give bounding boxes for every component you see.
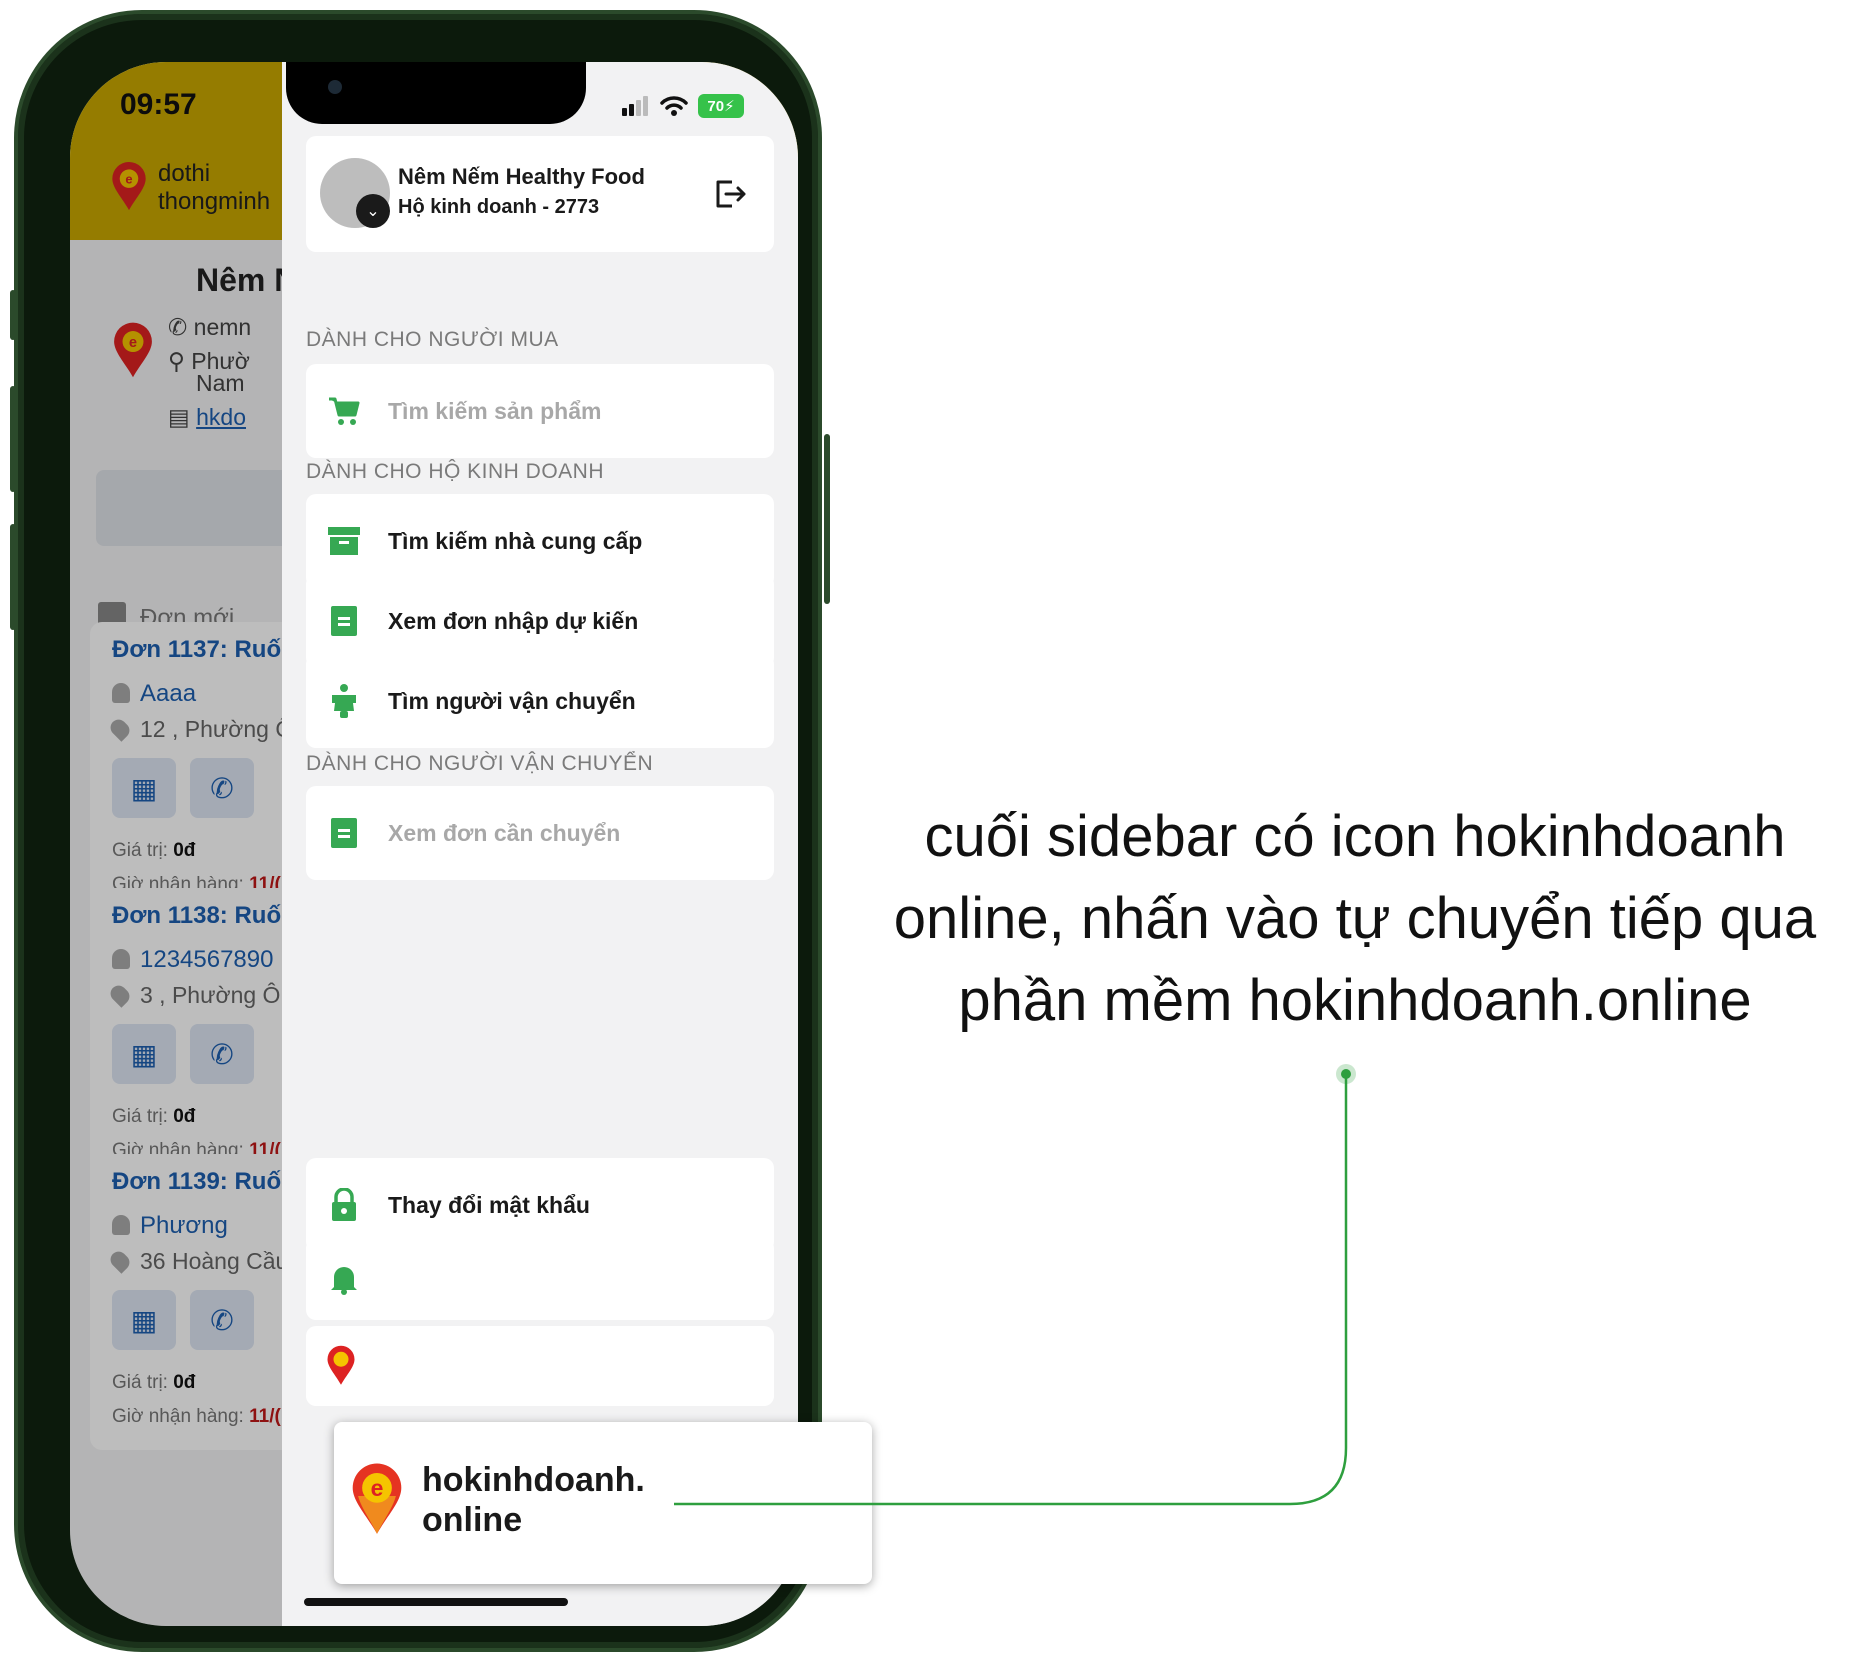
document-icon: [326, 815, 362, 851]
chevron-down-icon[interactable]: ⌄: [356, 194, 390, 228]
svg-text:e: e: [371, 1475, 384, 1501]
camera-icon: [328, 80, 342, 94]
section-label-business: DÀNH CHO HỘ KINH DOANH: [306, 460, 605, 483]
callout-hokinhdoanh-online[interactable]: e hokinhdoanh. online: [334, 1422, 872, 1584]
volume-up-button: [10, 386, 16, 492]
volume-down-button: [10, 524, 16, 630]
hokinhdoanh-logo-icon: e: [352, 1463, 402, 1534]
profile-subtitle: Hộ kinh doanh - 2773: [398, 196, 600, 218]
annotation-text: cuối sidebar có icon hokinhdoanh online,…: [893, 804, 1817, 1033]
lock-icon: [326, 1187, 362, 1223]
hokinhdoanh-logo-icon: [327, 1345, 355, 1385]
phone-screen: 09:57 e dothi thongminh Nêm N e ✆ nemn ⚲…: [70, 62, 798, 1626]
document-icon: [326, 603, 362, 639]
section-label-buyer: DÀNH CHO NGƯỜI MUA: [306, 328, 559, 351]
section-label-shipper: DÀNH CHO NGƯỜI VẬN CHUYỂN: [306, 752, 654, 775]
menu-item-find-shipper[interactable]: Tìm người vận chuyển: [306, 654, 774, 748]
scooter-icon: [326, 683, 362, 719]
menu-item-notifications[interactable]: [306, 1238, 774, 1320]
profile-card[interactable]: ⌄ Nêm Nếm Healthy Food Hộ kinh doanh - 2…: [306, 136, 774, 252]
wifi-icon: [660, 96, 688, 116]
callout-label: hokinhdoanh. online: [422, 1461, 645, 1539]
cart-icon: [326, 393, 362, 429]
signal-icon: [622, 96, 650, 116]
phone-frame: 09:57 e dothi thongminh Nêm N e ✆ nemn ⚲…: [10, 10, 830, 1652]
menu-item-search-products[interactable]: Tìm kiếm sản phẩm: [306, 364, 774, 458]
home-indicator: [304, 1598, 568, 1606]
bell-icon: [326, 1261, 362, 1297]
status-icons: 70 ⚡: [622, 94, 744, 118]
profile-name: Nêm Nếm Healthy Food: [398, 164, 645, 189]
menu-item-orders-to-ship[interactable]: Xem đơn cần chuyển: [306, 786, 774, 880]
sidebar-drawer: 70 ⚡ ⌄ Nêm Nếm Healthy Food Hộ kinh doanh…: [282, 62, 798, 1626]
archive-icon: [326, 523, 362, 559]
power-button: [824, 434, 830, 604]
mute-switch: [10, 290, 16, 340]
logout-icon[interactable]: [712, 176, 748, 212]
menu-item-hokinhdoanh[interactable]: [306, 1326, 774, 1406]
notch: [286, 62, 586, 124]
stage: 09:57 e dothi thongminh Nêm N e ✆ nemn ⚲…: [0, 0, 1854, 1665]
battery-icon: 70 ⚡: [698, 94, 744, 118]
